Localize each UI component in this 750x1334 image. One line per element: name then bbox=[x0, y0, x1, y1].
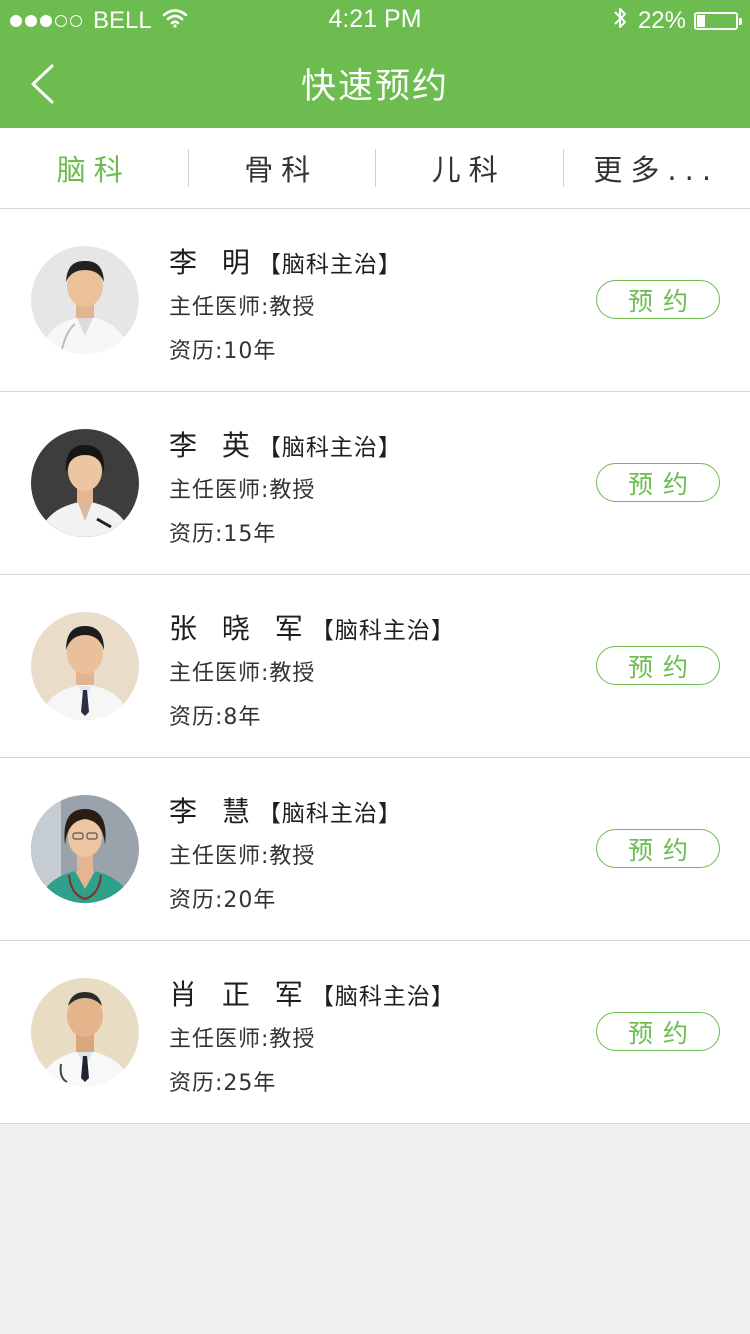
chevron-left-icon bbox=[24, 64, 64, 110]
tab-pediatrics[interactable]: 儿科 bbox=[375, 128, 563, 208]
doctor-card: 李 慧【脑科主治】 主任医师:教授 资历:20年 预约 bbox=[0, 758, 750, 941]
battery-icon bbox=[694, 12, 742, 30]
doctor-experience: 资历:25年 bbox=[169, 1071, 277, 1096]
doctor-title: 主任医师:教授 bbox=[169, 478, 316, 503]
doctor-name-line: 李 明【脑科主治】 bbox=[169, 241, 402, 281]
bluetooth-icon bbox=[612, 5, 628, 38]
book-button[interactable]: 预约 bbox=[596, 280, 720, 319]
doctor-title: 主任医师:教授 bbox=[169, 295, 316, 320]
doctor-card: 肖 正 军【脑科主治】 主任医师:教授 资历:25年 预约 bbox=[0, 941, 750, 1124]
doctor-experience: 资历:8年 bbox=[169, 705, 262, 730]
doctor-avatar bbox=[31, 612, 139, 720]
status-bar: BELL 4:21 PM 22% bbox=[0, 0, 750, 40]
battery-level bbox=[697, 15, 706, 27]
book-button[interactable]: 预约 bbox=[596, 829, 720, 868]
doctor-name: 李 明 bbox=[169, 246, 258, 279]
doctor-name: 张 晓 军 bbox=[169, 612, 311, 645]
doctor-title: 主任医师:教授 bbox=[169, 1027, 316, 1052]
book-button[interactable]: 预约 bbox=[596, 463, 720, 502]
doctor-name: 肖 正 军 bbox=[169, 978, 311, 1011]
back-button[interactable] bbox=[24, 62, 64, 106]
doctor-name-line: 张 晓 军【脑科主治】 bbox=[169, 607, 455, 647]
doctor-title: 主任医师:教授 bbox=[169, 844, 316, 869]
doctor-department: 【脑科主治】 bbox=[257, 252, 402, 278]
book-button[interactable]: 预约 bbox=[596, 646, 720, 685]
book-button[interactable]: 预约 bbox=[596, 1012, 720, 1051]
battery-percent: 22% bbox=[637, 7, 686, 34]
tab-brain[interactable]: 脑科 bbox=[0, 128, 188, 208]
doctor-card: 张 晓 军【脑科主治】 主任医师:教授 资历:8年 预约 bbox=[0, 575, 750, 758]
doctor-card: 李 英【脑科主治】 主任医师:教授 资历:15年 预约 bbox=[0, 392, 750, 575]
tab-orthopedics[interactable]: 骨科 bbox=[187, 128, 376, 208]
doctor-experience: 资历:20年 bbox=[169, 888, 277, 913]
doctor-card: 李 明【脑科主治】 主任医师:教授 资历:10年 预约 bbox=[0, 209, 750, 392]
doctor-department: 【脑科主治】 bbox=[257, 435, 402, 461]
doctor-department: 【脑科主治】 bbox=[257, 801, 402, 827]
department-tabs: 脑科 骨科 儿科 更多... bbox=[0, 128, 750, 209]
doctor-list: 李 明【脑科主治】 主任医师:教授 资历:10年 预约 李 英【脑科主治】 主任… bbox=[0, 209, 750, 1124]
status-right: 22% bbox=[612, 5, 742, 38]
doctor-name-line: 李 英【脑科主治】 bbox=[169, 424, 402, 464]
doctor-department: 【脑科主治】 bbox=[310, 984, 455, 1010]
doctor-avatar bbox=[31, 246, 139, 354]
doctor-avatar bbox=[31, 429, 139, 537]
doctor-name-line: 肖 正 军【脑科主治】 bbox=[169, 973, 455, 1013]
doctor-avatar bbox=[31, 978, 139, 1086]
app-header: BELL 4:21 PM 22% 快速预约 bbox=[0, 0, 750, 128]
doctor-experience: 资历:15年 bbox=[169, 522, 277, 547]
doctor-title: 主任医师:教授 bbox=[169, 661, 316, 686]
tab-more[interactable]: 更多... bbox=[562, 128, 750, 208]
doctor-name: 李 英 bbox=[169, 429, 258, 462]
doctor-department: 【脑科主治】 bbox=[310, 618, 455, 644]
doctor-name: 李 慧 bbox=[169, 795, 258, 828]
doctor-experience: 资历:10年 bbox=[169, 339, 277, 364]
doctor-name-line: 李 慧【脑科主治】 bbox=[169, 790, 402, 830]
doctor-avatar bbox=[31, 795, 139, 903]
page-title: 快速预约 bbox=[300, 67, 449, 107]
